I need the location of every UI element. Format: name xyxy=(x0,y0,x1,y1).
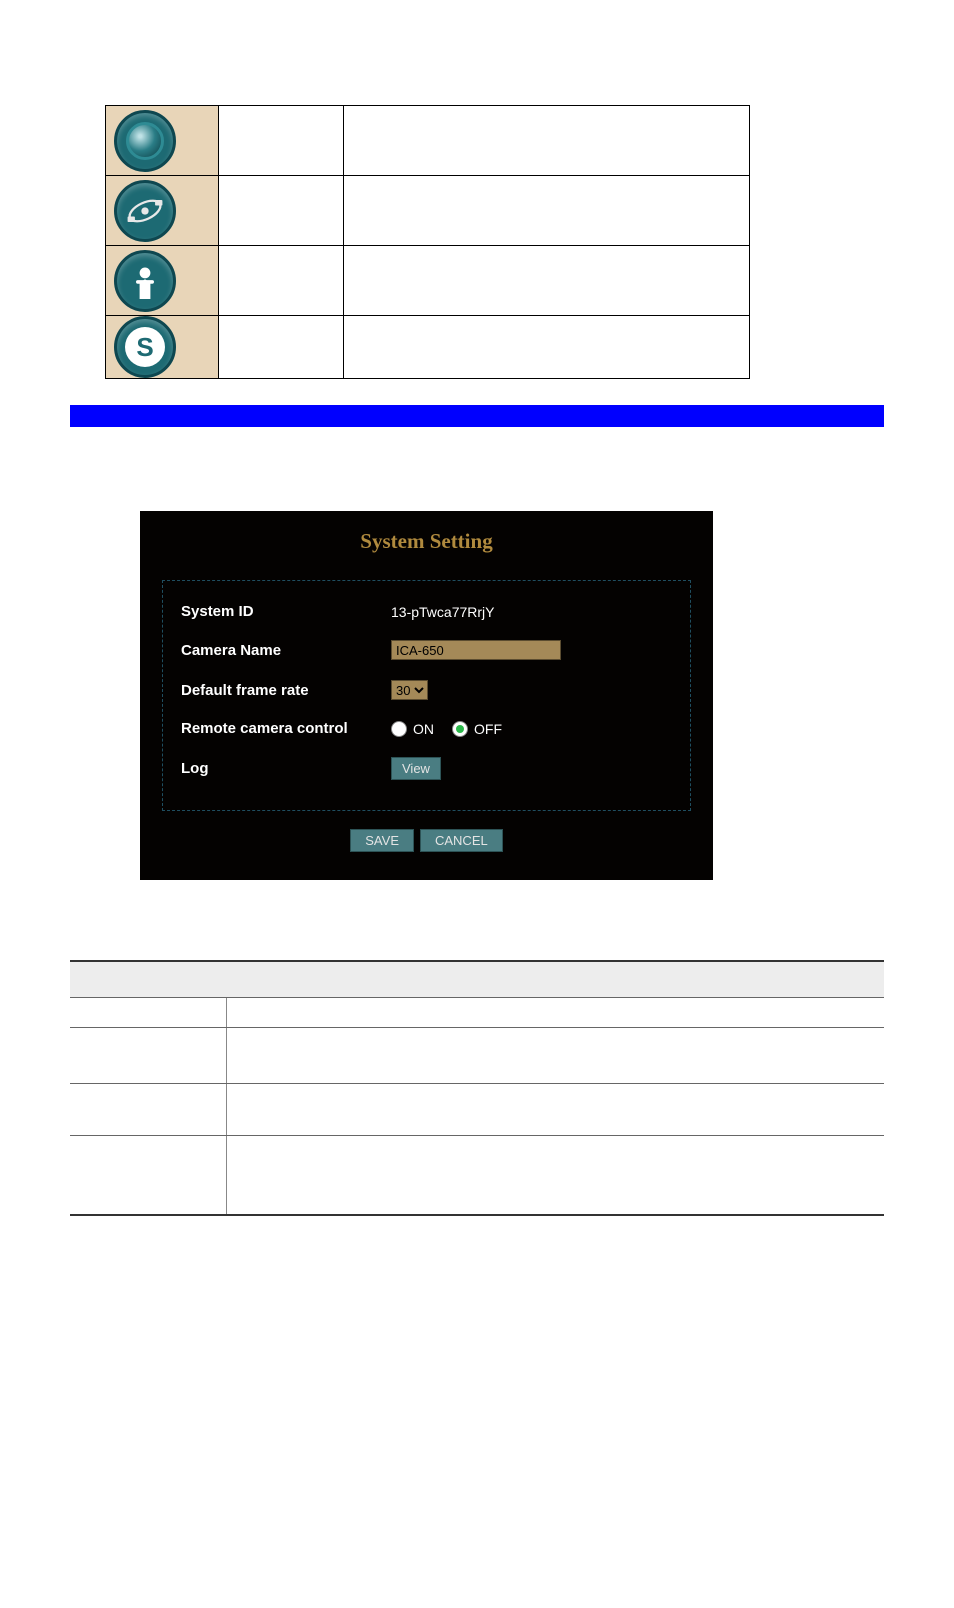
panel-box: System ID 13-pTwca77RrjY Camera Name Def… xyxy=(162,580,691,811)
label-system-id: System ID xyxy=(181,603,391,620)
name-cell-user xyxy=(218,246,343,316)
name-cell-system xyxy=(218,316,343,379)
s-icon: S xyxy=(114,316,176,378)
section-divider-bar xyxy=(70,405,884,427)
label-frame-rate: Default frame rate xyxy=(181,682,391,699)
parameter-description-table xyxy=(70,960,884,1216)
desc-cell-network xyxy=(343,176,749,246)
param-cell-4 xyxy=(70,1135,226,1215)
radio-on-label: ON xyxy=(413,721,434,737)
desc-cell-4 xyxy=(226,1135,884,1215)
label-remote-control: Remote camera control xyxy=(181,720,391,737)
system-setting-panel: System Setting System ID 13-pTwca77RrjY … xyxy=(140,511,713,880)
person-icon xyxy=(114,250,176,312)
desc-cell-user xyxy=(343,246,749,316)
cancel-button[interactable]: CANCEL xyxy=(420,829,503,852)
save-button[interactable]: SAVE xyxy=(350,829,414,852)
icon-cell-system: S xyxy=(106,316,219,379)
radio-off[interactable]: OFF xyxy=(452,721,502,737)
desc-cell-system xyxy=(343,316,749,379)
lens-icon xyxy=(114,110,176,172)
network-icon xyxy=(114,180,176,242)
icon-cell-camera xyxy=(106,106,219,176)
desc-cell-3 xyxy=(226,1083,884,1135)
panel-title: System Setting xyxy=(140,525,713,580)
frame-rate-select[interactable]: 30 xyxy=(391,680,428,700)
radio-off-label: OFF xyxy=(474,721,502,737)
value-system-id: 13-pTwca77RrjY xyxy=(391,604,495,620)
desc-cell-camera xyxy=(343,106,749,176)
icon-table: S xyxy=(105,105,750,379)
icon-cell-network xyxy=(106,176,219,246)
header-desc xyxy=(226,961,884,997)
param-cell-1 xyxy=(70,997,226,1027)
camera-name-input[interactable] xyxy=(391,640,561,660)
radio-off-dot xyxy=(452,721,468,737)
name-cell-camera xyxy=(218,106,343,176)
radio-on[interactable]: ON xyxy=(391,721,434,737)
icon-cell-user xyxy=(106,246,219,316)
radio-on-dot xyxy=(391,721,407,737)
label-camera-name: Camera Name xyxy=(181,642,391,659)
desc-cell-2 xyxy=(226,1027,884,1083)
param-cell-3 xyxy=(70,1083,226,1135)
desc-cell-1 xyxy=(226,997,884,1027)
header-param xyxy=(70,961,226,997)
label-log: Log xyxy=(181,760,391,777)
name-cell-network xyxy=(218,176,343,246)
param-cell-2 xyxy=(70,1027,226,1083)
view-button[interactable]: View xyxy=(391,757,441,780)
